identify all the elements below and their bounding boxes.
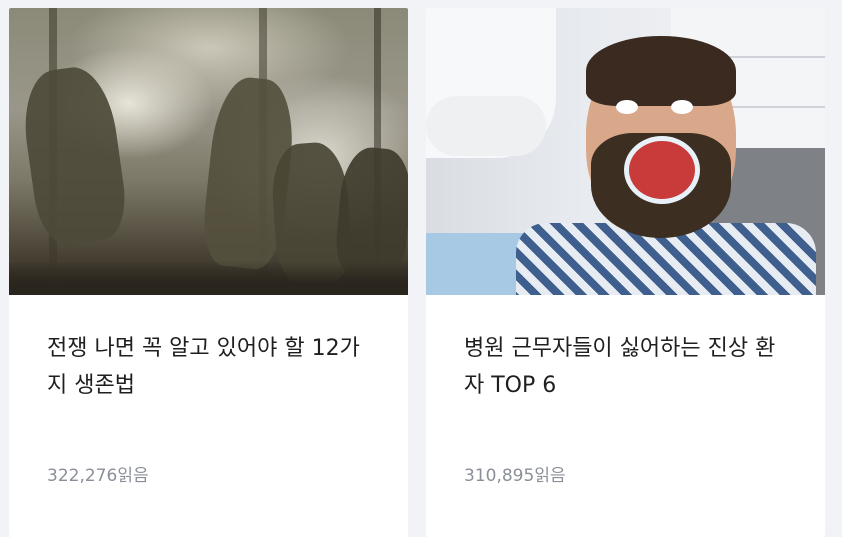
article-title[interactable]: 전쟁 나면 꼭 알고 있어야 할 12가지 생존법 [47, 330, 378, 404]
thumbnail-eye [616, 100, 638, 114]
article-card-body: 전쟁 나면 꼭 알고 있어야 할 12가지 생존법 322,276읽음 [9, 295, 408, 487]
article-card[interactable]: 전쟁 나면 꼭 알고 있어야 할 12가지 생존법 322,276읽음 [9, 8, 408, 537]
article-card[interactable]: 병원 근무자들이 싫어하는 진상 환자 TOP 6 310,895읽음 [426, 8, 825, 537]
thumbnail-ground [9, 261, 408, 295]
article-view-count: 310,895읽음 [464, 465, 795, 487]
thumbnail-glove [426, 96, 546, 156]
thumbnail-eye [671, 100, 693, 114]
article-card-grid: 전쟁 나면 꼭 알고 있어야 할 12가지 생존법 322,276읽음 병원 근… [0, 0, 842, 537]
article-title[interactable]: 병원 근무자들이 싫어하는 진상 환자 TOP 6 [464, 330, 795, 404]
view-count-value: 322,276 [47, 466, 118, 486]
article-thumbnail[interactable] [426, 8, 825, 295]
article-view-count: 322,276읽음 [47, 465, 378, 487]
thumbnail-hair [586, 36, 736, 106]
view-count-value: 310,895 [464, 466, 535, 486]
article-card-body: 병원 근무자들이 싫어하는 진상 환자 TOP 6 310,895읽음 [426, 295, 825, 487]
thumbnail-mouth [624, 136, 700, 204]
view-count-unit: 읽음 [117, 466, 149, 486]
article-thumbnail[interactable] [9, 8, 408, 295]
view-count-unit: 읽음 [534, 466, 566, 486]
